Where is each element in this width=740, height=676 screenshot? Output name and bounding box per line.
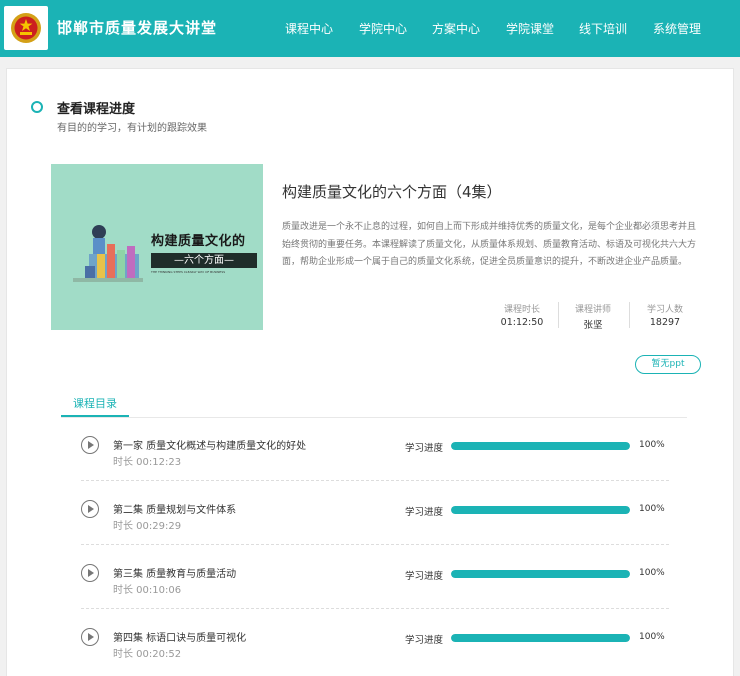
episode-title[interactable]: 第四集 标语口诀与质量可视化 bbox=[113, 629, 246, 644]
progress-fill bbox=[451, 570, 630, 578]
nav-college-center[interactable]: 学院中心 bbox=[359, 20, 407, 37]
episode-duration: 时长 00:29:29 bbox=[113, 521, 182, 532]
progress-percent: 100% bbox=[639, 632, 665, 642]
stat-value: 张坚 bbox=[583, 320, 603, 331]
course-description: 质量改进是一个永不止息的过程，如何自上而下形成并维持优秀的质量文化，是每个企业都… bbox=[282, 222, 697, 267]
tab-divider bbox=[61, 417, 687, 418]
progress-bar bbox=[451, 570, 630, 578]
nav-system-management[interactable]: 系统管理 bbox=[653, 20, 701, 37]
episode-row[interactable]: 第一家 质量文化概述与构建质量文化的好处 时长 00:12:23 学习进度 10… bbox=[61, 428, 669, 488]
progress-label: 学习进度 bbox=[405, 635, 444, 646]
cover-title: 构建质量文化的 bbox=[151, 234, 246, 249]
emblem-logo[interactable] bbox=[4, 6, 48, 50]
course-cover-image[interactable]: 构建质量文化的 —六个方面— THE THINKING STEPS CLEARL… bbox=[51, 164, 263, 330]
stat-learner-count: 学习人数 18297 bbox=[640, 302, 690, 328]
row-divider bbox=[81, 608, 669, 609]
nav-course-center[interactable]: 课程中心 bbox=[285, 20, 333, 37]
progress-fill bbox=[451, 506, 630, 514]
episode-title[interactable]: 第三集 质量教育与质量活动 bbox=[113, 565, 236, 580]
stat-label: 课程时长 bbox=[503, 305, 540, 315]
stat-divider bbox=[629, 302, 630, 328]
episode-duration: 时长 00:20:52 bbox=[113, 649, 182, 660]
section-subtitle: 有目的的学习，有计划的跟踪效果 bbox=[57, 123, 207, 134]
progress-label: 学习进度 bbox=[405, 443, 444, 454]
progress-percent: 100% bbox=[639, 440, 665, 450]
episode-duration: 时长 00:12:23 bbox=[113, 457, 182, 468]
progress-percent: 100% bbox=[639, 504, 665, 514]
episode-title[interactable]: 第二集 质量规划与文件体系 bbox=[113, 501, 236, 516]
cover-subtitle: —六个方面— bbox=[151, 253, 257, 268]
progress-label: 学习进度 bbox=[405, 507, 444, 518]
cover-english-text: THE THINKING STEPS CLEARLY WAY OF BUSINE… bbox=[151, 270, 226, 274]
play-icon[interactable] bbox=[81, 500, 99, 518]
progress-fill bbox=[451, 634, 630, 642]
stat-course-lecturer: 课程讲师 张坚 bbox=[568, 302, 618, 331]
stat-value: 18297 bbox=[649, 317, 681, 328]
episode-row[interactable]: 第三集 质量教育与质量活动 时长 00:10:06 学习进度 100% bbox=[61, 556, 669, 616]
stat-course-duration: 课程时长 01:12:50 bbox=[497, 302, 547, 328]
stat-label: 学习人数 bbox=[646, 305, 683, 315]
episode-row[interactable]: 第四集 标语口诀与质量可视化 时长 00:20:52 学习进度 100% bbox=[61, 620, 669, 676]
progress-bar bbox=[451, 634, 630, 642]
episode-title[interactable]: 第一家 质量文化概述与构建质量文化的好处 bbox=[113, 437, 306, 452]
play-icon[interactable] bbox=[81, 628, 99, 646]
nav-solution-center[interactable]: 方案中心 bbox=[432, 20, 480, 37]
episode-row[interactable]: 第二集 质量规划与文件体系 时长 00:29:29 学习进度 100% bbox=[61, 492, 669, 552]
stat-label: 课程讲师 bbox=[574, 305, 611, 315]
episode-duration: 时长 00:10:06 bbox=[113, 585, 182, 596]
books-illustration-icon bbox=[73, 225, 143, 282]
row-divider bbox=[81, 480, 669, 481]
no-ppt-button[interactable]: 暂无ppt bbox=[635, 355, 701, 374]
play-icon[interactable] bbox=[81, 436, 99, 454]
stat-divider bbox=[558, 302, 559, 328]
progress-fill bbox=[451, 442, 630, 450]
site-title[interactable]: 邯郸市质量发展大讲堂 bbox=[57, 17, 217, 38]
emblem-icon bbox=[11, 13, 41, 43]
nav-college-class[interactable]: 学院课堂 bbox=[506, 20, 554, 37]
nav-offline-training[interactable]: 线下培训 bbox=[579, 20, 627, 37]
section-title: 查看课程进度 bbox=[57, 102, 136, 117]
progress-bar bbox=[451, 442, 630, 450]
row-divider bbox=[81, 544, 669, 545]
tab-course-catalog[interactable]: 课程目录 bbox=[61, 395, 129, 417]
course-title: 构建质量文化的六个方面（4集） bbox=[282, 183, 502, 201]
section-circle-icon bbox=[31, 101, 43, 113]
progress-label: 学习进度 bbox=[405, 571, 444, 582]
progress-bar bbox=[451, 506, 630, 514]
stat-value: 01:12:50 bbox=[500, 317, 544, 328]
play-icon[interactable] bbox=[81, 564, 99, 582]
progress-percent: 100% bbox=[639, 568, 665, 578]
